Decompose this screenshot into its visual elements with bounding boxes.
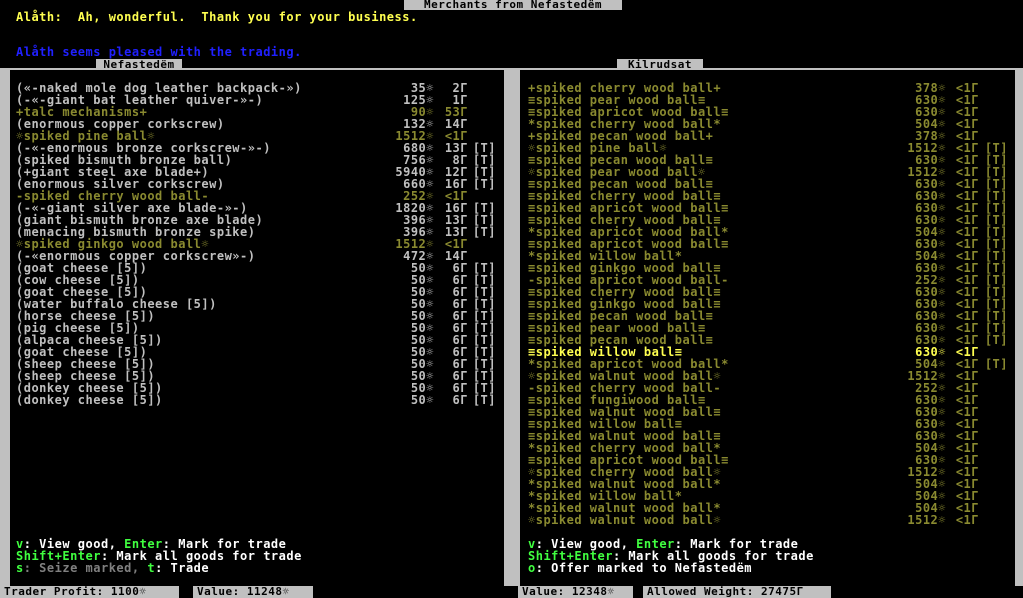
goods-row[interactable]: ☼spiked walnut wood ball☼ 1512☼ <1Γ [528, 514, 1008, 526]
right-frame-border [1015, 68, 1023, 586]
right-help-line-3: o: Offer marked to Nefastedëm [528, 562, 752, 574]
right-goods-list: +spiked cherry wood ball+ 378☼ <1Γ ≡spiked … [520, 70, 1015, 586]
item-trade-flag: [T] [984, 333, 1008, 347]
item-name: (donkey cheese [5]) [16, 393, 163, 407]
help-text: : Trade [155, 561, 210, 575]
item-trade-flag: [T] [472, 225, 496, 239]
item-trade-flag: [T] [984, 357, 1008, 371]
item-name: ☼spiked walnut wood ball☼ [528, 513, 722, 527]
key-t[interactable]: t [147, 561, 155, 575]
left-panel-title: Nefastedëm [96, 59, 182, 70]
left-help-line-3: s: Seize marked, t: Trade [16, 562, 209, 574]
help-text: : Offer marked to Nefastedëm [535, 561, 753, 575]
key-s[interactable]: s [16, 561, 24, 575]
speaker-text: Ah, wonderful. Thank you for your busine… [77, 10, 418, 24]
message-line-1: Alåth: Ah, wonderful. Thank you for your… [16, 11, 418, 23]
speaker-name: Alåth: [16, 10, 63, 24]
item-trade-flag: [T] [472, 177, 496, 191]
right-panel-title: Kilrudsat [617, 59, 703, 70]
left-value-total: Value: 11248☼ [193, 586, 313, 598]
allowed-weight: Allowed Weight: 27475Γ [643, 586, 831, 598]
item-trade-flag: [T] [472, 393, 496, 407]
help-text: : Seize marked, [23, 561, 148, 575]
item-weight: <1Γ [955, 513, 979, 527]
message-line-2: Alåth seems pleased with the trading. [16, 45, 302, 59]
right-value-total: Value: 12348☼ [518, 586, 633, 598]
item-value: 50☼ [410, 393, 434, 407]
trader-profit: Trader Profit: 1100☼ [0, 586, 179, 598]
window-title: Merchants from Nefastedëm [404, 0, 622, 10]
item-value: 1512☼ [907, 513, 946, 527]
key-o[interactable]: o [528, 561, 536, 575]
center-frame-border [504, 68, 520, 586]
left-goods-list: («-naked mole dog leather backpack-») 35☼… [10, 70, 504, 586]
item-weight: 6Γ [452, 393, 468, 407]
goods-row[interactable]: (donkey cheese [5]) 50☼ 6Γ [T] [16, 394, 496, 406]
left-frame-border [0, 68, 10, 586]
